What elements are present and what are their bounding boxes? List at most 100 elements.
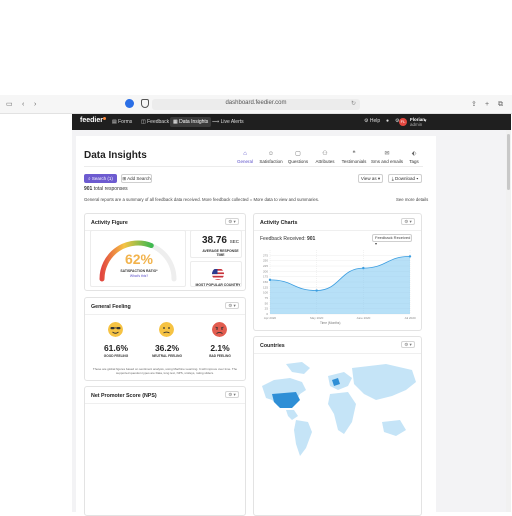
x-tick-label: Jul 2020 xyxy=(404,316,416,320)
card-title: Activity Charts xyxy=(260,220,298,226)
privacy-icon[interactable] xyxy=(125,99,134,108)
page-description: General reports are a summary of all fee… xyxy=(84,197,320,202)
card-settings-button[interactable]: ⚙ ▾ xyxy=(225,302,239,309)
card-settings-button[interactable]: ⚙ ▾ xyxy=(401,218,415,225)
address-url: dashboard.feedier.com xyxy=(225,100,287,106)
satisfaction-percent: 62% xyxy=(124,251,154,267)
nps-card: Net Promoter Score (NPS) ⚙ ▾ xyxy=(84,386,246,516)
forward-icon[interactable]: › xyxy=(34,100,36,109)
nav-item-feedback[interactable]: ◫ Feedback xyxy=(138,117,172,127)
tabs-overview-icon[interactable]: ⧉ xyxy=(498,100,503,109)
bad-feeling-percent: 2.1% xyxy=(210,343,230,353)
us-flag-icon xyxy=(212,268,224,280)
help-link[interactable]: ⚙ Help xyxy=(364,118,380,124)
cool-face-icon xyxy=(108,322,123,337)
total-count: 901 xyxy=(84,186,93,192)
chevron-down-icon[interactable]: ▾ xyxy=(424,118,427,124)
search-button[interactable]: ⌕ Search (1) xyxy=(84,174,117,183)
nav-item-label: Forms xyxy=(118,119,133,125)
sidebar-toggle-icon[interactable]: ▭ xyxy=(6,100,13,109)
card-settings-button[interactable]: ⚙ ▾ xyxy=(225,391,239,398)
chart-metric-select[interactable]: Feedback Received ▾ xyxy=(372,234,412,246)
y-tick-label: 150 xyxy=(263,280,268,284)
share-icon[interactable]: ⇪ xyxy=(471,100,477,109)
help-label: Help xyxy=(369,118,381,124)
nav-item-forms[interactable]: ▤ Forms xyxy=(109,117,135,127)
browser-toolbar: ▭ ‹ › dashboard.feedier.com ↻ ⇪ + ⧉ xyxy=(0,95,512,114)
avg-response-unit: SEC xyxy=(229,239,240,244)
chart-legend: Feedback Received: 901 xyxy=(260,236,315,242)
chart-point[interactable] xyxy=(362,266,365,270)
feeling-note: These are global figures based on sentim… xyxy=(92,367,238,375)
quote-icon: ❝ xyxy=(352,151,356,157)
see-more-link[interactable]: See more details xyxy=(396,197,428,202)
shield-icon[interactable] xyxy=(141,99,149,108)
x-tick-label: May 2020 xyxy=(310,316,324,320)
download-button[interactable]: ⤓ Download ▾ xyxy=(388,174,422,183)
avg-response-label: AVERAGE RESPONSE TIME xyxy=(202,249,239,257)
card-title: Countries xyxy=(260,343,285,349)
chevron-down-icon: ▾ xyxy=(415,176,419,181)
feedback-area-chart: 0255075100125150175200225250275Apr 2020 M… xyxy=(263,250,416,320)
avatar[interactable]: FL xyxy=(399,118,407,126)
y-tick-label: 75 xyxy=(265,296,269,300)
avg-response-value: 38.76 xyxy=(201,235,227,246)
card-settings-button[interactable]: ⚙ ▾ xyxy=(225,218,239,225)
satisfaction-label: SATISFACTION RATIO* xyxy=(120,269,158,273)
notifications-icon[interactable]: ● xyxy=(386,118,389,124)
nav-item-live-alerts[interactable]: ⟿ Live Alerts xyxy=(209,117,247,127)
view-as-button[interactable]: View as ▾ xyxy=(358,174,383,183)
scrollbar-thumb[interactable] xyxy=(507,134,510,190)
bad-feeling-label: BAD FEELING xyxy=(209,354,231,358)
user-role: admin xyxy=(410,122,423,127)
new-tab-icon[interactable]: + xyxy=(485,100,489,109)
nav-item-data-insights[interactable]: ▦ Data Insights xyxy=(170,117,212,127)
card-title: Activity Figure xyxy=(91,220,128,226)
download-label: Download xyxy=(395,176,416,181)
y-tick-label: 200 xyxy=(263,269,268,273)
logo[interactable]: feedier xyxy=(80,117,106,124)
avg-response-time: 38.76 SEC xyxy=(198,235,243,246)
y-tick-label: 250 xyxy=(263,259,268,263)
tab-label: Tags xyxy=(409,159,419,164)
y-tick-label: 125 xyxy=(263,285,268,289)
app-nav: feedier ▤ Forms ◫ Feedback ▦ Data Insigh… xyxy=(72,114,511,130)
tab-tags[interactable]: ⬖ Tags xyxy=(397,150,431,164)
countries-map xyxy=(256,360,419,512)
tab-testimonials[interactable]: ❝ Testimonials xyxy=(337,150,371,164)
legend-label: Feedback Received: xyxy=(260,236,306,242)
bad-face-icon xyxy=(212,322,227,337)
logo-dot-icon xyxy=(102,117,106,120)
legend-value: 901 xyxy=(306,236,316,242)
card-settings-button[interactable]: ⚙ ▾ xyxy=(401,341,415,348)
logo-text: feedier xyxy=(80,117,103,124)
search-button-label: Search (1) xyxy=(91,176,113,181)
back-icon[interactable]: ‹ xyxy=(22,100,24,109)
nav-item-label: Data Insights xyxy=(179,119,209,125)
chart-point[interactable] xyxy=(268,278,272,282)
y-tick-label: 50 xyxy=(265,301,269,305)
page-title: Data Insights xyxy=(84,150,147,161)
view-as-label: View as xyxy=(360,176,377,181)
y-tick-label: 225 xyxy=(263,264,268,268)
whats-this-link[interactable]: What's this? xyxy=(109,274,169,278)
good-feeling-label: GOOD FEELING xyxy=(103,354,129,358)
tab-label: Testimonials xyxy=(341,159,367,164)
neutral-feeling-label: NEUTRAL FEELING xyxy=(152,354,182,358)
add-search-label: Add Search xyxy=(127,176,151,181)
neutral-feeling-percent: 36.2% xyxy=(154,343,180,353)
chart-point[interactable] xyxy=(315,289,318,292)
card-divider xyxy=(85,403,245,404)
add-search-button[interactable]: ⊞ Add Search xyxy=(121,174,152,183)
address-bar[interactable]: dashboard.feedier.com ↻ xyxy=(152,99,360,110)
x-tick-label: Apr 2020 xyxy=(264,316,277,320)
screen: ▭ ‹ › dashboard.feedier.com ↻ ⇪ + ⧉ feed… xyxy=(0,0,512,516)
nav-item-label: Live Alerts xyxy=(220,119,244,125)
chevron-down-icon: ▾ xyxy=(376,176,381,181)
chart-point[interactable] xyxy=(408,255,412,258)
reload-icon[interactable]: ↻ xyxy=(351,100,356,107)
popular-country-label: MOST POPULAR COUNTRY xyxy=(195,283,241,287)
user-menu[interactable]: Florian admin xyxy=(410,117,425,127)
x-axis-title: Time (Months) xyxy=(320,321,341,325)
card-title: General Feeling xyxy=(91,304,131,310)
